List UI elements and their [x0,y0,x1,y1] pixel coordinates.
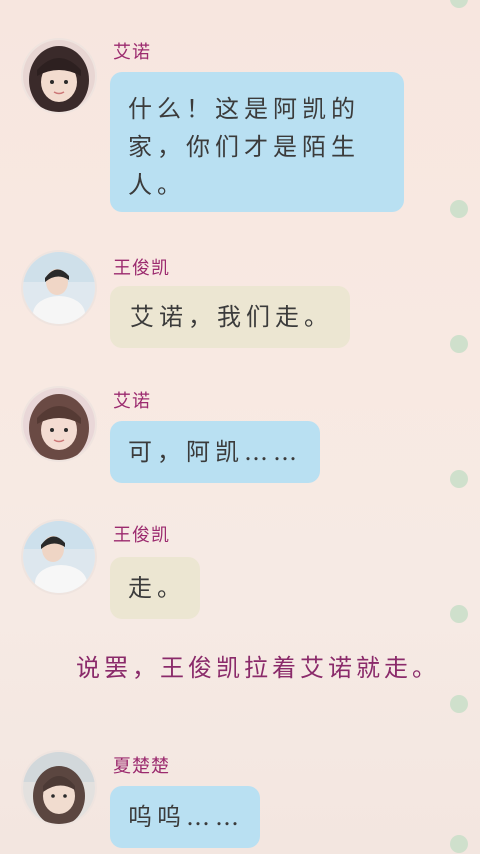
avatar-boy-icon [23,252,95,324]
rail-dot [450,695,468,713]
rail-dot [450,470,468,488]
rail-dot [450,0,468,8]
sender-name: 夏楚楚 [113,756,170,777]
rail-dot [450,200,468,218]
rail-dot [450,835,468,853]
message-bubble[interactable]: 什么！这是阿凯的家，你们才是陌生人。 [110,72,404,212]
avatar[interactable] [23,40,95,112]
message-bubble[interactable]: 呜呜…… [110,786,260,848]
sender-name: 艾诺 [113,42,151,63]
avatar[interactable] [23,388,95,460]
rail-dot [450,335,468,353]
avatar[interactable] [23,252,95,324]
narration-text: 说罢，王俊凯拉着艾诺就走。 [76,654,440,682]
avatar[interactable] [23,521,95,593]
sender-name: 艾诺 [113,391,151,412]
avatar-boy-icon [23,521,95,593]
avatar-girl-icon [23,388,95,460]
avatar-girl-icon [23,752,95,824]
message-bubble[interactable]: 走。 [110,557,200,619]
message-bubble[interactable]: 可，阿凯…… [110,421,320,483]
avatar-girl-icon [23,40,95,112]
sender-name: 王俊凯 [113,258,170,279]
message-bubble[interactable]: 艾诺，我们走。 [110,286,350,348]
avatar[interactable] [23,752,95,824]
rail-dot [450,605,468,623]
sender-name: 王俊凯 [113,525,170,546]
